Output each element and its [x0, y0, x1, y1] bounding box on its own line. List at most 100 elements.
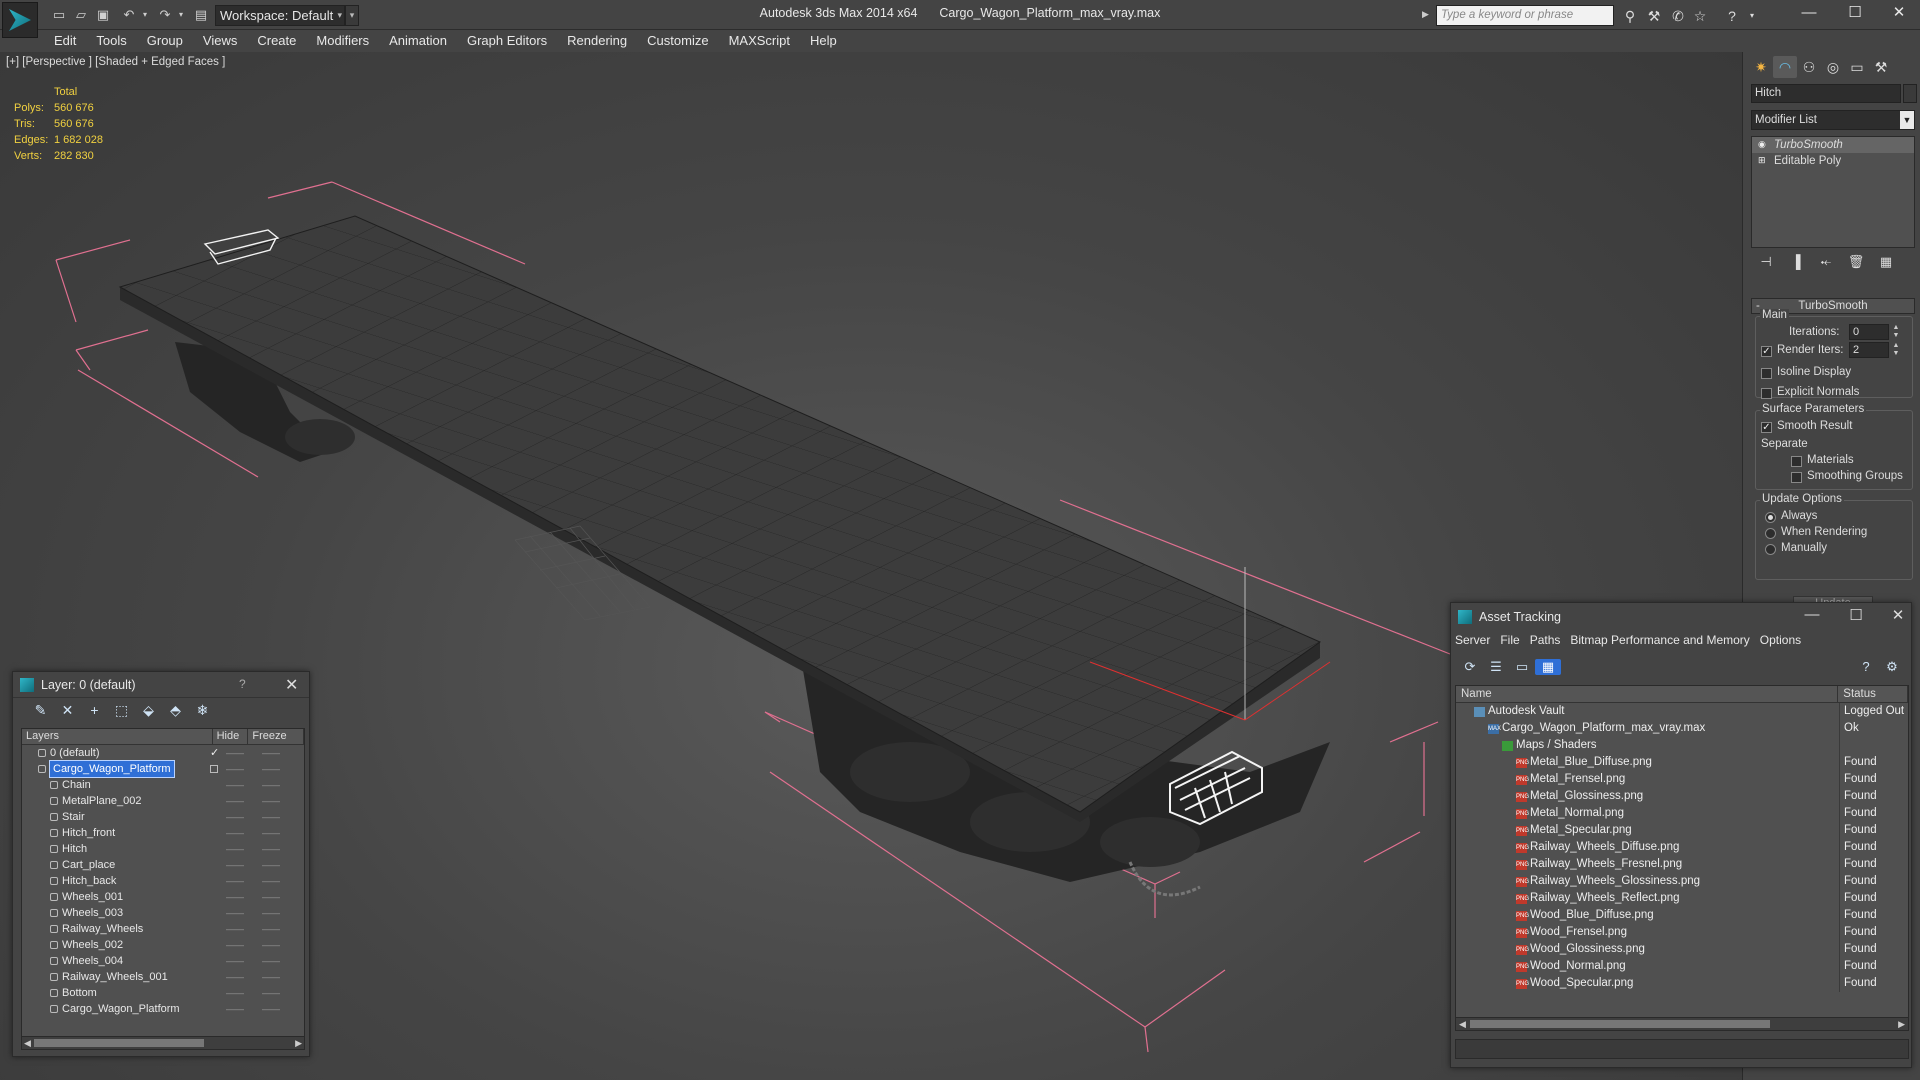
current-layer-box-icon[interactable] — [210, 765, 218, 773]
isoline-display-checkbox[interactable] — [1761, 368, 1772, 379]
col-name[interactable]: Name — [1456, 686, 1839, 702]
remove-modifier-icon[interactable]: 🗑 — [1841, 254, 1871, 270]
scroll-left-icon[interactable]: ◀ — [1459, 1018, 1466, 1030]
lightbulb-icon[interactable]: ◉ — [1758, 140, 1767, 149]
manually-radio[interactable] — [1765, 544, 1776, 555]
menu-create[interactable]: Create — [247, 30, 306, 52]
hide-toggle[interactable]: —— — [226, 761, 244, 777]
menu-maxscript[interactable]: MAXScript — [719, 30, 800, 52]
motion-tab-icon[interactable]: ◎ — [1821, 56, 1845, 78]
layer-row[interactable]: Railway_Wheels —— —— — [22, 921, 304, 937]
close-button[interactable]: ✕ — [1876, 0, 1920, 28]
object-color-swatch[interactable] — [1903, 84, 1917, 103]
asset-row[interactable]: PNG Wood_Blue_Diffuse.png Found — [1456, 907, 1908, 924]
freeze-toggle[interactable]: —— — [262, 793, 280, 809]
asset-row[interactable]: PNG Railway_Wheels_Glossiness.png Found — [1456, 873, 1908, 890]
pin-stack-icon[interactable]: ⊣ — [1751, 254, 1781, 270]
table-view-icon[interactable]: ▦ — [1535, 659, 1561, 675]
iterations-spinner[interactable]: 0 — [1849, 324, 1889, 340]
hide-toggle[interactable]: —— — [226, 985, 244, 1001]
layer-row[interactable]: Wheels_004 —— —— — [22, 953, 304, 969]
freeze-toggle[interactable]: —— — [262, 809, 280, 825]
freeze-toggle[interactable]: —— — [262, 857, 280, 873]
settings-icon[interactable]: ⚙ — [1879, 659, 1905, 675]
always-radio[interactable] — [1765, 512, 1776, 523]
freeze-toggle[interactable]: —— — [262, 953, 280, 969]
redo-dropdown-icon[interactable]: ▾ — [172, 6, 190, 24]
asset-row[interactable]: PNG Wood_Glossiness.png Found — [1456, 941, 1908, 958]
search-expand-icon[interactable]: ▶ — [1422, 9, 1429, 20]
hide-toggle[interactable]: —— — [226, 809, 244, 825]
layer-row[interactable]: Hitch —— —— — [22, 841, 304, 857]
hide-toggle[interactable]: —— — [226, 777, 244, 793]
asset-row[interactable]: PNG Metal_Frensel.png Found — [1456, 771, 1908, 788]
scroll-thumb[interactable] — [34, 1039, 204, 1047]
select-objects-icon[interactable]: ⬚ — [108, 702, 135, 719]
project-folder-icon[interactable]: ▤ — [192, 6, 210, 24]
asset-menu-bitmap-performance[interactable]: Bitmap Performance and Memory — [1570, 633, 1749, 647]
asset-row[interactable]: PNG Wood_Specular.png Found — [1456, 975, 1908, 992]
spinner-arrows-icon[interactable]: ▲ ▼ — [1891, 324, 1901, 340]
freeze-toggle[interactable]: —— — [262, 761, 280, 777]
layer-row[interactable]: Stair —— —— — [22, 809, 304, 825]
layer-row[interactable]: Cargo_Wagon_Platform —— —— — [22, 760, 304, 778]
open-file-icon[interactable]: ▱ — [72, 6, 90, 24]
maximize-button[interactable]: ☐ — [1832, 0, 1878, 28]
close-icon[interactable]: ✕ — [285, 675, 298, 695]
freeze-toggle[interactable]: —— — [262, 889, 280, 905]
hide-toggle[interactable]: —— — [226, 825, 244, 841]
freeze-toggle[interactable]: —— — [262, 873, 280, 889]
scroll-thumb[interactable] — [1470, 1020, 1770, 1028]
asset-menu-server[interactable]: Server — [1455, 633, 1490, 647]
asset-row[interactable]: PNG Metal_Normal.png Found — [1456, 805, 1908, 822]
layer-row[interactable]: Wheels_003 —— —— — [22, 905, 304, 921]
new-layer-icon[interactable]: ✎ — [27, 702, 54, 719]
menu-group[interactable]: Group — [137, 30, 193, 52]
layer-row[interactable]: Railway_Wheels_001 —— —— — [22, 969, 304, 985]
menu-views[interactable]: Views — [193, 30, 247, 52]
hide-toggle[interactable]: —— — [226, 969, 244, 985]
freeze-toggle[interactable]: —— — [262, 969, 280, 985]
undo-dropdown-icon[interactable]: ▾ — [136, 6, 154, 24]
hide-toggle[interactable]: —— — [226, 841, 244, 857]
app-menu-button[interactable] — [2, 2, 38, 38]
communication-icon[interactable]: ✆ — [1668, 6, 1688, 26]
highlight-layer-icon[interactable]: ⬙ — [135, 702, 162, 719]
menu-modifiers[interactable]: Modifiers — [306, 30, 379, 52]
help-icon[interactable]: ? — [1722, 6, 1742, 26]
asset-row[interactable]: PNG Wood_Normal.png Found — [1456, 958, 1908, 975]
when-rendering-radio[interactable] — [1765, 528, 1776, 539]
expand-plus-icon[interactable]: ⊞ — [1758, 156, 1767, 165]
make-unique-icon[interactable]: ⤝ — [1811, 254, 1841, 270]
asset-horizontal-scrollbar[interactable]: ◀ ▶ — [1455, 1017, 1909, 1031]
hide-all-icon[interactable]: ⬘ — [162, 702, 189, 719]
workspace-select[interactable]: Workspace: Default ▾ — [215, 5, 345, 26]
add-to-layer-icon[interactable]: + — [81, 702, 108, 718]
asset-row[interactable]: MAX Cargo_Wagon_Platform_max_vray.max Ok — [1456, 720, 1908, 737]
scroll-left-icon[interactable]: ◀ — [24, 1037, 31, 1049]
freeze-all-icon[interactable]: ❄ — [189, 702, 216, 719]
binoculars-icon[interactable]: ⚲ — [1620, 6, 1640, 26]
layer-row[interactable]: Hitch_front —— —— — [22, 825, 304, 841]
menu-graph-editors[interactable]: Graph Editors — [457, 30, 557, 52]
asset-row[interactable]: Maps / Shaders — [1456, 737, 1908, 754]
viewport-label[interactable]: [+] [Perspective ] [Shaded + Edged Faces… — [6, 56, 225, 68]
layer-row[interactable]: Hitch_back —— —— — [22, 873, 304, 889]
layer-row[interactable]: Cargo_Wagon_Platform —— —— — [22, 1001, 304, 1017]
asset-row[interactable]: PNG Railway_Wheels_Fresnel.png Found — [1456, 856, 1908, 873]
subscription-icon[interactable]: ⚒ — [1644, 6, 1664, 26]
hide-toggle[interactable]: —— — [226, 921, 244, 937]
layer-row[interactable]: MetalPlane_002 —— —— — [22, 793, 304, 809]
smooth-result-checkbox[interactable]: ✓ — [1761, 422, 1772, 433]
freeze-toggle[interactable]: —— — [262, 825, 280, 841]
asset-menu-paths[interactable]: Paths — [1530, 633, 1561, 647]
asset-row[interactable]: PNG Metal_Specular.png Found — [1456, 822, 1908, 839]
help-icon[interactable]: ? — [1853, 659, 1879, 674]
scroll-right-icon[interactable]: ▶ — [1898, 1018, 1905, 1030]
menu-rendering[interactable]: Rendering — [557, 30, 637, 52]
create-tab-icon[interactable]: ✷ — [1749, 56, 1773, 78]
hide-toggle[interactable]: —— — [226, 889, 244, 905]
hide-toggle[interactable]: —— — [226, 953, 244, 969]
freeze-toggle[interactable]: —— — [262, 1001, 280, 1017]
menu-help[interactable]: Help — [800, 30, 847, 52]
